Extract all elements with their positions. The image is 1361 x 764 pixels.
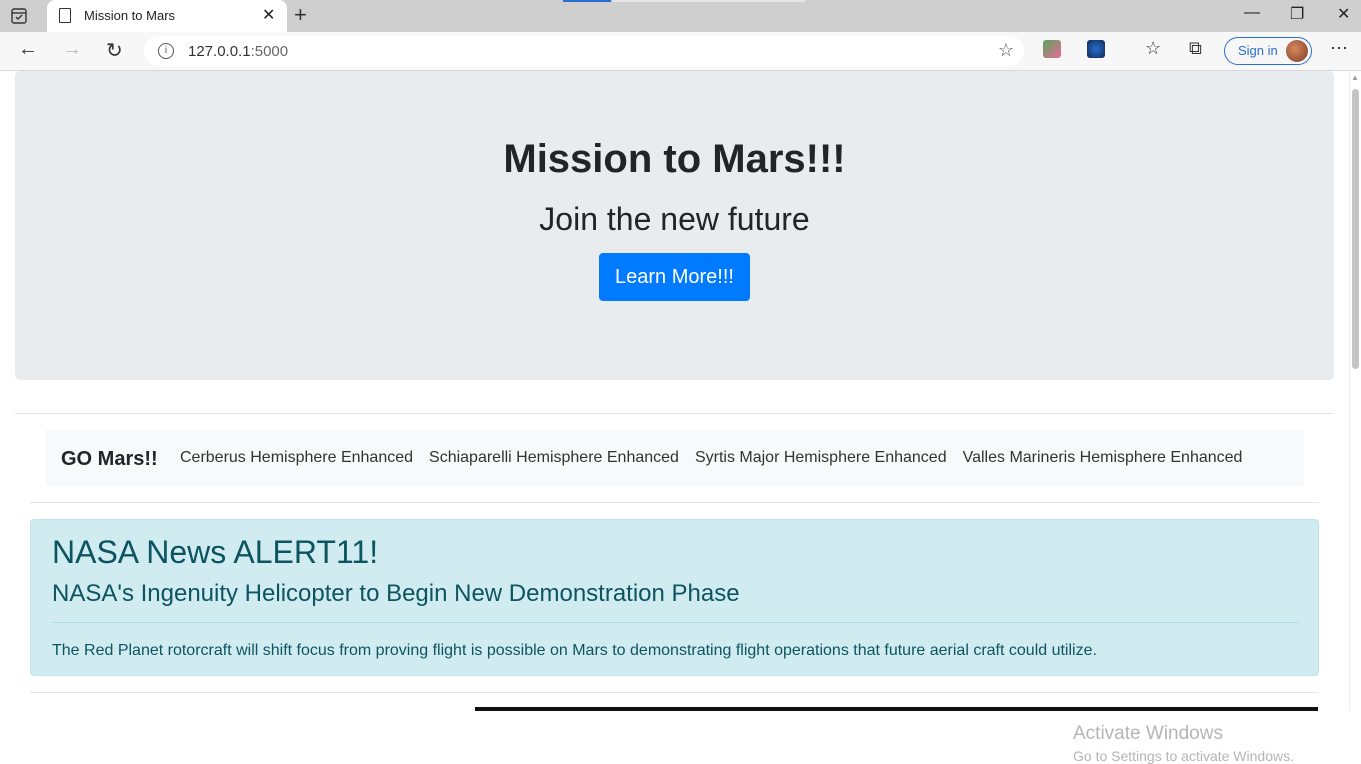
news-heading: NASA News ALERT11!: [52, 534, 379, 570]
sign-in-label: Sign in: [1238, 43, 1278, 58]
tab-bar: Mission to Mars ✕ + — ❐ ✕: [0, 0, 1361, 32]
watermark-line-1: Activate Windows: [1073, 723, 1223, 744]
watermark-line-2: Go to Settings to activate Windows.: [1073, 748, 1294, 764]
extension-icon[interactable]: [1043, 40, 1061, 58]
mars-image: [475, 707, 1318, 711]
browser-tab[interactable]: Mission to Mars ✕: [47, 0, 287, 32]
nav-link-schiaparelli[interactable]: Schiaparelli Hemisphere Enhanced: [429, 449, 679, 467]
site-info-icon[interactable]: i: [158, 43, 174, 59]
favorites-icon[interactable]: ☆: [1145, 38, 1161, 59]
page-scrollbar[interactable]: ▲: [1349, 71, 1361, 711]
page-content: Mission to Mars!!! Join the new future L…: [0, 71, 1350, 764]
hero-title: Mission to Mars!!!: [503, 137, 846, 181]
activate-windows-watermark: Activate Windows Go to Settings to activ…: [1073, 723, 1294, 764]
learn-more-button[interactable]: Learn More!!!: [599, 253, 750, 301]
news-paragraph: The Red Planet rotorcraft will shift foc…: [52, 642, 1097, 659]
browser-toolbar: ← → ↻ i 127.0.0.1:5000 ☆ ☆ ⧉ Sign in ⋯: [0, 32, 1361, 71]
news-divider: [52, 622, 1299, 623]
close-tab-icon[interactable]: ✕: [262, 5, 275, 25]
address-bar[interactable]: i 127.0.0.1:5000 ☆: [144, 36, 1024, 66]
collections-icon[interactable]: ⧉: [1189, 38, 1202, 59]
news-alert: NASA News ALERT11! NASA's Ingenuity Heli…: [30, 519, 1319, 676]
divider: [15, 413, 1334, 414]
divider: [30, 502, 1319, 503]
tab-actions-icon[interactable]: [10, 7, 28, 25]
navbar-links: Cerberus Hemisphere Enhanced Schiaparell…: [180, 449, 1242, 467]
title-bar-accent: [563, 0, 611, 2]
more-options-icon[interactable]: ⋯: [1330, 38, 1348, 59]
new-tab-icon[interactable]: +: [294, 2, 307, 28]
navbar-brand[interactable]: GO Mars!!: [61, 448, 158, 471]
title-bar-drag-area: [613, 0, 805, 2]
news-title: NASA's Ingenuity Helicopter to Begin New…: [52, 580, 740, 607]
hero-jumbotron: Mission to Mars!!! Join the new future L…: [15, 71, 1334, 380]
close-window-icon[interactable]: ✕: [1337, 4, 1350, 24]
divider: [30, 692, 1319, 693]
minimize-icon[interactable]: —: [1244, 4, 1260, 22]
document-icon: [59, 8, 71, 23]
reload-icon[interactable]: ↻: [106, 38, 123, 63]
hero-subtitle: Join the new future: [539, 201, 810, 237]
forward-icon[interactable]: →: [62, 38, 82, 61]
nav-link-cerberus[interactable]: Cerberus Hemisphere Enhanced: [180, 449, 413, 467]
sign-in-button[interactable]: Sign in: [1224, 37, 1312, 65]
restore-icon[interactable]: ❐: [1290, 4, 1304, 24]
nav-link-syrtis-major[interactable]: Syrtis Major Hemisphere Enhanced: [695, 449, 947, 467]
avatar: [1286, 40, 1308, 62]
scrollbar-thumb[interactable]: [1352, 89, 1359, 369]
extension-globe-icon[interactable]: [1087, 40, 1105, 58]
hemisphere-navbar: GO Mars!! Cerberus Hemisphere Enhanced S…: [45, 430, 1304, 486]
back-icon[interactable]: ←: [18, 38, 38, 61]
nav-link-valles-marineris[interactable]: Valles Marineris Hemisphere Enhanced: [963, 449, 1243, 467]
add-favorite-icon[interactable]: ☆: [998, 40, 1014, 61]
tab-title: Mission to Mars: [84, 8, 176, 23]
scroll-up-icon[interactable]: ▲: [1351, 73, 1359, 82]
url-text[interactable]: 127.0.0.1:5000: [188, 43, 288, 60]
